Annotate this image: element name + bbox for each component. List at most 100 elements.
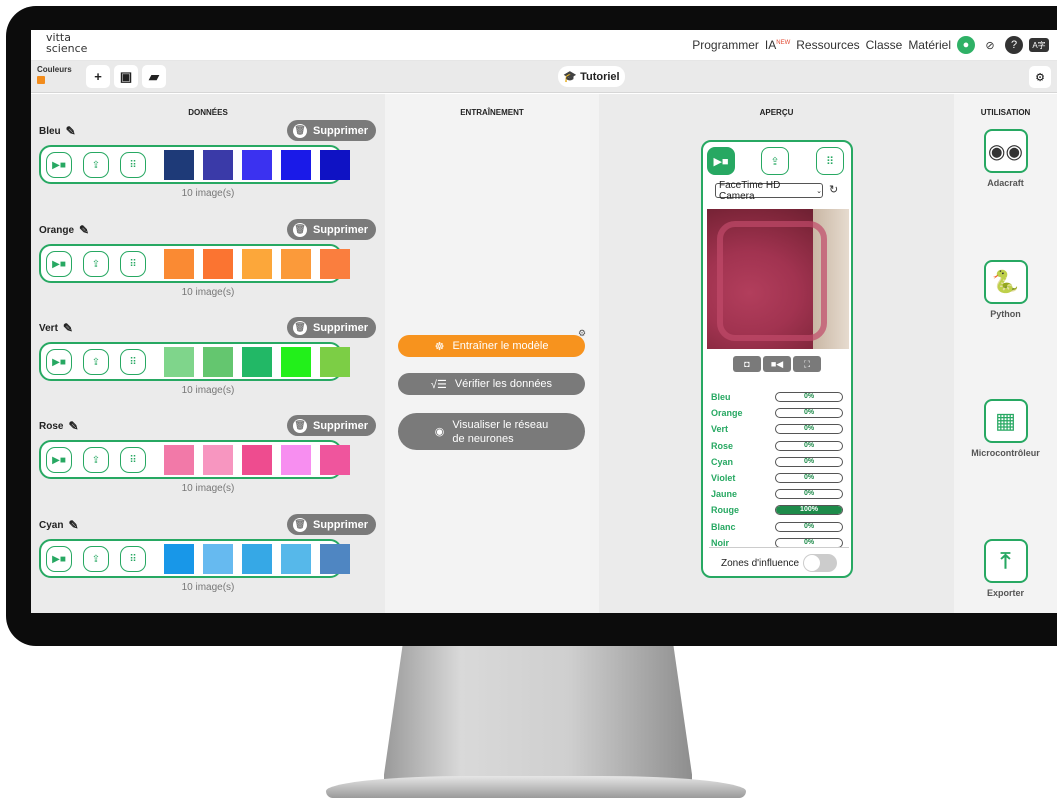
sample-image-thumbnail[interactable] xyxy=(164,249,194,279)
sample-image-thumbnail[interactable] xyxy=(203,544,233,574)
sample-image-thumbnail[interactable] xyxy=(164,150,194,180)
vittascience-logo[interactable]: vitta science xyxy=(46,32,87,54)
delete-class-button[interactable]: 🗑 Supprimer xyxy=(287,514,376,535)
sample-image-thumbnail[interactable] xyxy=(164,445,194,475)
class-name[interactable]: Orange ✎ xyxy=(39,223,89,237)
prediction-row: Bleu 0% xyxy=(711,390,847,404)
settings-gear-button[interactable]: ⚙ xyxy=(1029,66,1051,88)
class-name[interactable]: Rose ✎ xyxy=(39,419,79,433)
sample-image-thumbnail[interactable] xyxy=(164,544,194,574)
view-all-images-button[interactable]: ⠿ xyxy=(120,251,146,277)
sample-image-thumbnail[interactable] xyxy=(203,445,233,475)
pencil-edit-icon[interactable]: ✎ xyxy=(79,223,89,237)
webcam-capture-button[interactable]: ▶■ xyxy=(46,152,72,178)
checklist-icon: √☰ xyxy=(430,378,447,391)
use-adacraft[interactable]: ◉◉ Adacraft xyxy=(954,129,1057,188)
pencil-edit-icon[interactable]: ✎ xyxy=(66,124,76,138)
sample-image-thumbnail[interactable] xyxy=(203,347,233,377)
upload-images-button[interactable]: ⇪ xyxy=(83,546,109,572)
sample-image-thumbnail[interactable] xyxy=(242,544,272,574)
sample-image-thumbnail[interactable] xyxy=(164,347,194,377)
sample-image-thumbnail[interactable] xyxy=(203,150,233,180)
webcam-capture-button[interactable]: ▶■ xyxy=(46,447,72,473)
use-python[interactable]: 🐍 Python xyxy=(954,260,1057,319)
influence-zones-toggle[interactable] xyxy=(803,554,838,572)
refresh-camera-icon[interactable]: ↻ xyxy=(829,183,838,196)
sample-image-thumbnail[interactable] xyxy=(281,445,311,475)
sample-image-thumbnail[interactable] xyxy=(320,347,350,377)
class-name-label: Vert xyxy=(39,322,58,334)
gallery-mode-button[interactable]: ⠿ xyxy=(816,147,844,175)
sample-image-thumbnail[interactable] xyxy=(320,249,350,279)
upload-images-button[interactable]: ⇪ xyxy=(83,447,109,473)
sample-image-thumbnail[interactable] xyxy=(281,347,311,377)
class-samples-card: ▶■ ⇪ ⠿ xyxy=(39,539,350,578)
nav-link-classe[interactable]: Classe xyxy=(866,38,903,52)
prediction-row: Rouge 100% xyxy=(711,503,847,517)
tutorial-button[interactable]: 🎓 Tutoriel xyxy=(558,66,625,87)
webcam-capture-button[interactable]: ▶■ xyxy=(46,349,72,375)
upload-images-button[interactable]: ⇪ xyxy=(83,251,109,277)
sample-image-thumbnail[interactable] xyxy=(203,249,233,279)
delete-class-button[interactable]: 🗑 Supprimer xyxy=(287,317,376,338)
sample-image-thumbnail[interactable] xyxy=(242,347,272,377)
save-button[interactable]: ▣ xyxy=(114,65,138,88)
new-project-button[interactable]: + xyxy=(86,65,110,88)
use-microcontroller[interactable]: ▦ Microcontrôleur xyxy=(954,399,1057,458)
sample-image-thumbnail[interactable] xyxy=(242,249,272,279)
webcam-mode-button[interactable]: ▶■ xyxy=(707,147,735,175)
camera-select[interactable]: FaceTime HD Camera ⌄ xyxy=(715,180,823,202)
prediction-row: Orange 0% xyxy=(711,406,847,420)
nav-link-ressources[interactable]: Ressources xyxy=(796,38,859,52)
sample-image-thumbnail[interactable] xyxy=(320,544,350,574)
sample-image-thumbnail[interactable] xyxy=(281,544,311,574)
webcam-capture-button[interactable]: ▶■ xyxy=(46,546,72,572)
view-all-images-button[interactable]: ⠿ xyxy=(120,152,146,178)
image-count: 10 image(s) xyxy=(181,483,235,494)
view-all-images-button[interactable]: ⠿ xyxy=(120,349,146,375)
upload-images-button[interactable]: ⇪ xyxy=(83,349,109,375)
class-name-label: Orange xyxy=(39,224,75,236)
influence-zones-label: Zones d'influence xyxy=(721,557,800,569)
preview-panel: ▶■ ⇪ ⠿ FaceTime HD Camera ⌄ ↻ ◘ ■◀ ⛶ Ble… xyxy=(701,140,853,578)
nav-link-ia[interactable]: IANEW xyxy=(765,38,790,52)
delete-class-button[interactable]: 🗑 Supprimer xyxy=(287,415,376,436)
record-video-icon[interactable]: ■◀ xyxy=(763,356,791,372)
user-avatar-icon[interactable]: ● xyxy=(957,36,975,54)
delete-class-button[interactable]: 🗑 Supprimer xyxy=(287,120,376,141)
snapshot-camera-icon[interactable]: ◘ xyxy=(733,356,761,372)
nav-link-programmer[interactable]: Programmer xyxy=(692,38,759,52)
train-model-button[interactable]: ☸ Entraîner le modèle xyxy=(398,335,585,357)
pencil-edit-icon[interactable]: ✎ xyxy=(68,518,78,532)
use-export[interactable]: ⤒ Exporter xyxy=(954,539,1057,598)
class-samples-card: ▶■ ⇪ ⠿ xyxy=(39,440,350,479)
class-name[interactable]: Bleu ✎ xyxy=(39,124,76,138)
help-icon[interactable]: ? xyxy=(1005,36,1023,54)
upload-images-button[interactable]: ⇪ xyxy=(83,152,109,178)
confidence-value: 0% xyxy=(803,457,815,465)
class-name[interactable]: Vert ✎ xyxy=(39,321,73,335)
webcam-feed xyxy=(707,209,849,349)
class-name[interactable]: Cyan ✎ xyxy=(39,518,79,532)
sample-image-thumbnail[interactable] xyxy=(320,150,350,180)
language-icon[interactable]: A字 xyxy=(1029,38,1049,52)
sample-image-thumbnail[interactable] xyxy=(320,445,350,475)
webcam-capture-button[interactable]: ▶■ xyxy=(46,251,72,277)
fullscreen-icon[interactable]: ⛶ xyxy=(793,356,821,372)
accessibility-eye-slash-icon[interactable]: ⊘ xyxy=(981,36,999,54)
delete-class-button[interactable]: 🗑 Supprimer xyxy=(287,219,376,240)
pencil-edit-icon[interactable]: ✎ xyxy=(63,321,73,335)
upload-mode-button[interactable]: ⇪ xyxy=(761,147,789,175)
sample-image-thumbnail[interactable] xyxy=(281,150,311,180)
pencil-edit-icon[interactable]: ✎ xyxy=(68,419,78,433)
open-folder-button[interactable]: ▰ xyxy=(142,65,166,88)
sample-image-thumbnail[interactable] xyxy=(281,249,311,279)
view-all-images-button[interactable]: ⠿ xyxy=(120,447,146,473)
sample-image-thumbnail[interactable] xyxy=(242,445,272,475)
view-all-images-button[interactable]: ⠿ xyxy=(120,546,146,572)
visualize-network-button[interactable]: ◉ Visualiser le réseau de neurones xyxy=(398,413,585,450)
check-data-button[interactable]: √☰ Vérifier les données xyxy=(398,373,585,395)
use-python-label: Python xyxy=(990,309,1021,319)
nav-link-materiel[interactable]: Matériel xyxy=(908,38,951,52)
sample-image-thumbnail[interactable] xyxy=(242,150,272,180)
